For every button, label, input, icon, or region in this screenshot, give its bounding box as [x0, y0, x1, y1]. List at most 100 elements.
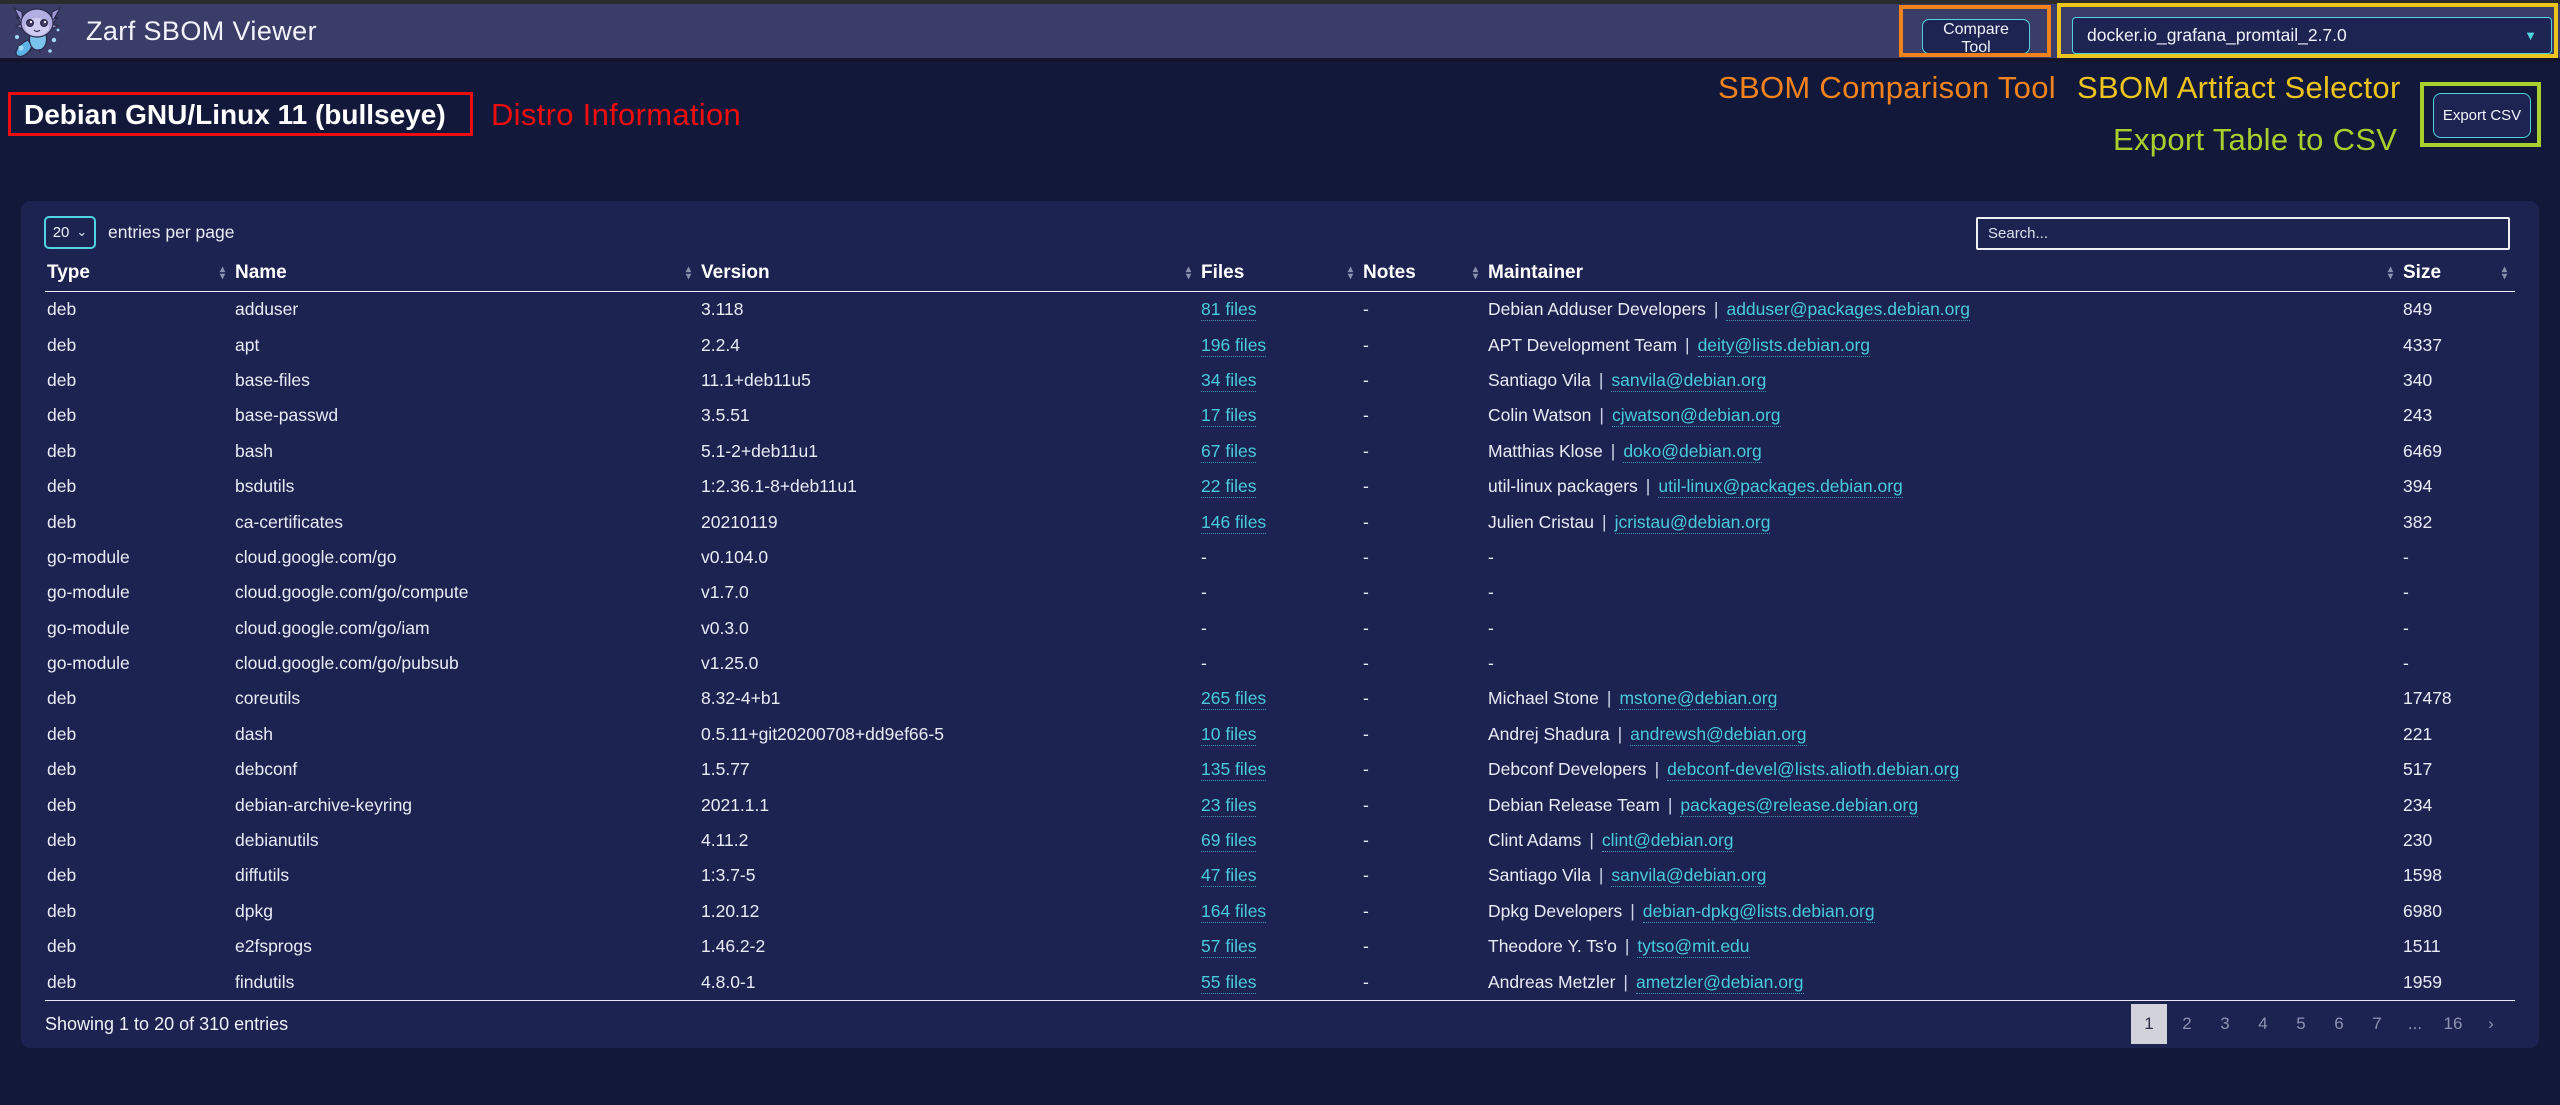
page-button-1[interactable]: 1: [2131, 1004, 2167, 1044]
maintainer-email-link[interactable]: packages@release.debian.org: [1680, 795, 1918, 817]
maintainer-email-link[interactable]: clint@debian.org: [1602, 830, 1734, 852]
cell-type: deb: [45, 823, 233, 858]
maintainer-email-link[interactable]: cjwatson@debian.org: [1612, 405, 1781, 427]
maintainer-email-link[interactable]: ametzler@debian.org: [1636, 972, 1804, 994]
cell-maintainer: Debian Release Team|packages@release.deb…: [1486, 787, 2401, 822]
cell-notes: -: [1361, 717, 1486, 752]
sbom-artifact-selector[interactable]: docker.io_grafana_promtail_2.7.0 ▼: [2072, 17, 2552, 54]
cell-version: v0.3.0: [699, 611, 1199, 646]
files-link[interactable]: 57 files: [1201, 936, 1256, 958]
maintainer-email-link[interactable]: debian-dpkg@lists.debian.org: [1643, 901, 1875, 923]
column-header-type[interactable]: Type▴▾: [45, 255, 233, 292]
cell-notes: -: [1361, 787, 1486, 822]
cell-name: adduser: [233, 292, 699, 328]
column-header-size[interactable]: Size▴▾: [2401, 255, 2515, 292]
compare-tool-button[interactable]: Compare Tool: [1922, 19, 2030, 54]
sort-arrows-icon[interactable]: ▴▾: [2502, 266, 2507, 280]
maintainer-email-link[interactable]: util-linux@packages.debian.org: [1658, 476, 1902, 498]
files-link[interactable]: 34 files: [1201, 370, 1256, 392]
table-row: debe2fsprogs1.46.2-257 files-Theodore Y.…: [45, 929, 2515, 964]
cell-name: dash: [233, 717, 699, 752]
files-link[interactable]: 146 files: [1201, 512, 1266, 534]
cell-name: dpkg: [233, 894, 699, 929]
files-link[interactable]: 10 files: [1201, 724, 1256, 746]
cell-type: deb: [45, 327, 233, 362]
files-link[interactable]: 135 files: [1201, 759, 1266, 781]
cell-size: 849: [2401, 292, 2515, 328]
files-link[interactable]: 47 files: [1201, 865, 1256, 887]
sort-arrows-icon[interactable]: ▴▾: [1473, 266, 1478, 280]
maintainer-email-link[interactable]: jcristau@debian.org: [1615, 512, 1771, 534]
cell-files: 57 files: [1199, 929, 1361, 964]
cell-type: deb: [45, 752, 233, 787]
table-body: debadduser3.11881 files-Debian Adduser D…: [45, 292, 2515, 1000]
files-link[interactable]: 196 files: [1201, 335, 1266, 357]
maintainer-separator: |: [1706, 299, 1727, 319]
maintainer-email-link[interactable]: debconf-devel@lists.alioth.debian.org: [1667, 759, 1959, 781]
cell-notes: -: [1361, 894, 1486, 929]
page-button-16[interactable]: 16: [2435, 1004, 2471, 1044]
cell-type: go-module: [45, 540, 233, 575]
cell-files: 265 files: [1199, 681, 1361, 716]
cell-name: coreutils: [233, 681, 699, 716]
maintainer-email-link[interactable]: sanvila@debian.org: [1611, 865, 1766, 887]
maintainer-name: Colin Watson: [1488, 405, 1591, 425]
files-link[interactable]: 67 files: [1201, 441, 1256, 463]
cell-notes: -: [1361, 752, 1486, 787]
column-header-name[interactable]: Name▴▾: [233, 255, 699, 292]
table-row: debca-certificates20210119146 files-Juli…: [45, 504, 2515, 539]
cell-version: 1:2.36.1-8+deb11u1: [699, 469, 1199, 504]
cell-files: 22 files: [1199, 469, 1361, 504]
cell-maintainer: APT Development Team|deity@lists.debian.…: [1486, 327, 2401, 362]
cell-name: ca-certificates: [233, 504, 699, 539]
page-button-4[interactable]: 4: [2245, 1004, 2281, 1044]
page-button-6[interactable]: 6: [2321, 1004, 2357, 1044]
maintainer-email-link[interactable]: doko@debian.org: [1623, 441, 1761, 463]
maintainer-email-link[interactable]: andrewsh@debian.org: [1630, 724, 1806, 746]
page-button-...[interactable]: ...: [2397, 1004, 2433, 1044]
sort-arrows-icon[interactable]: ▴▾: [686, 266, 691, 280]
entries-per-page-select[interactable]: 20 ⌄: [44, 216, 96, 249]
page-button-7[interactable]: 7: [2359, 1004, 2395, 1044]
files-link[interactable]: 22 files: [1201, 476, 1256, 498]
maintainer-email-link[interactable]: adduser@packages.debian.org: [1726, 299, 1970, 321]
column-header-files[interactable]: Files▴▾: [1199, 255, 1361, 292]
annotation-label-distro-info: Distro Information: [491, 97, 741, 133]
maintainer-email-link[interactable]: tytso@mit.edu: [1637, 936, 1749, 958]
cell-maintainer: -: [1486, 540, 2401, 575]
files-link[interactable]: 17 files: [1201, 405, 1256, 427]
cell-notes: -: [1361, 646, 1486, 681]
column-header-notes[interactable]: Notes▴▾: [1361, 255, 1486, 292]
table-row: debdash0.5.11+git20200708+dd9ef66-510 fi…: [45, 717, 2515, 752]
cell-size: 6469: [2401, 434, 2515, 469]
search-input[interactable]: [1976, 217, 2510, 250]
files-link[interactable]: 69 files: [1201, 830, 1256, 852]
cell-name: base-files: [233, 363, 699, 398]
sort-arrows-icon[interactable]: ▴▾: [1186, 266, 1191, 280]
sort-arrows-icon[interactable]: ▴▾: [220, 266, 225, 280]
column-header-version[interactable]: Version▴▾: [699, 255, 1199, 292]
files-link[interactable]: 23 files: [1201, 795, 1256, 817]
files-link[interactable]: 164 files: [1201, 901, 1266, 923]
maintainer-email-link[interactable]: mstone@debian.org: [1619, 688, 1777, 710]
column-header-maintainer[interactable]: Maintainer▴▾: [1486, 255, 2401, 292]
sort-arrows-icon[interactable]: ▴▾: [2388, 266, 2393, 280]
maintainer-email-link[interactable]: sanvila@debian.org: [1611, 370, 1766, 392]
annotation-label-artifact-selector: SBOM Artifact Selector: [2077, 70, 2401, 106]
page-button-3[interactable]: 3: [2207, 1004, 2243, 1044]
files-link[interactable]: 55 files: [1201, 972, 1256, 994]
pagination: 1234567...16›: [2129, 1004, 2509, 1044]
files-link[interactable]: 81 files: [1201, 299, 1256, 321]
cell-size: -: [2401, 646, 2515, 681]
cell-maintainer: -: [1486, 611, 2401, 646]
next-page-button[interactable]: ›: [2473, 1004, 2509, 1044]
page-button-5[interactable]: 5: [2283, 1004, 2319, 1044]
files-link[interactable]: 265 files: [1201, 688, 1266, 710]
sort-arrows-icon[interactable]: ▴▾: [1348, 266, 1353, 280]
page-button-2[interactable]: 2: [2169, 1004, 2205, 1044]
cell-files: -: [1199, 646, 1361, 681]
export-csv-button[interactable]: Export CSV: [2433, 93, 2531, 138]
maintainer-email-link[interactable]: deity@lists.debian.org: [1698, 335, 1870, 357]
table-row: debadduser3.11881 files-Debian Adduser D…: [45, 292, 2515, 328]
table-row: debbsdutils1:2.36.1-8+deb11u122 files-ut…: [45, 469, 2515, 504]
